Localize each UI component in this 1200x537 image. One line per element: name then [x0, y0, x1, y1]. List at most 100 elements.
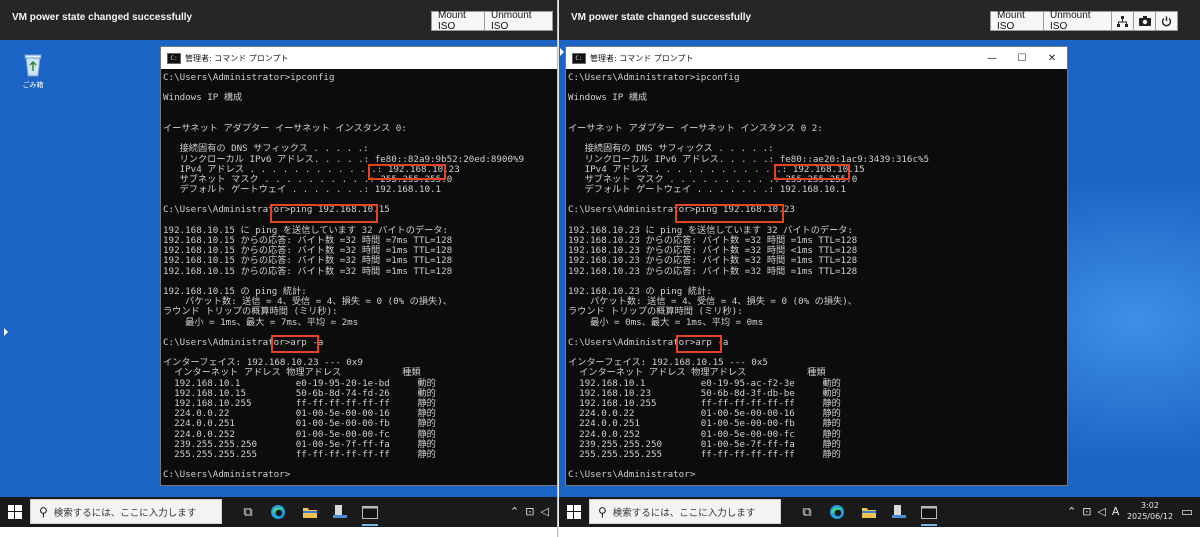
file-explorer-icon[interactable] — [300, 502, 320, 522]
vm-toolbar-buttons: Mount ISO Unmount ISO — [990, 10, 1178, 32]
console-line: Windows IP 構成 — [568, 92, 648, 104]
screenshot-button[interactable] — [1134, 11, 1156, 31]
minimize-button[interactable]: — — [977, 47, 1007, 69]
console-line: 192.168.10.23 からの応答: バイト数 =32 時間 =1ms TT… — [568, 265, 858, 277]
console-line: C:\Users\Administrator>ipconfig — [568, 72, 740, 83]
cmd-app-icon: C: — [167, 53, 181, 64]
vm-status-message: VM power state changed successfully — [12, 12, 193, 23]
power-icon — [1161, 16, 1172, 26]
server-manager-icon[interactable] — [889, 502, 909, 522]
console-line: 255.255.255.255 ff-ff-ff-ff-ff-ff 静的 — [163, 448, 436, 460]
recycle-bin-icon — [24, 54, 42, 77]
cmd-app-icon: C: — [572, 53, 586, 64]
console-line: イーサネット アダプター イーサネット インスタンス 0: — [163, 122, 407, 134]
console-line: C:\Users\Administrator>ipconfig — [163, 72, 335, 83]
console-line: 255.255.255.255 ff-ff-ff-ff-ff-ff 静的 — [568, 448, 841, 460]
maximize-button[interactable]: ☐ — [1007, 47, 1037, 69]
mount-iso-button[interactable]: Mount ISO — [431, 10, 485, 32]
system-tray-left: ⌃ ⊡ ◁ — [510, 505, 549, 518]
network-settings-button[interactable] — [1112, 11, 1134, 31]
clock-date: 2025/06/12 — [1126, 512, 1174, 521]
taskbar-clock[interactable]: 3:02 2025/06/12 — [1125, 500, 1175, 522]
task-view-icon[interactable]: ⧉ — [797, 502, 817, 522]
task-view-icon[interactable]: ⧉ — [238, 502, 258, 522]
chevron-up-icon[interactable]: ⌃ — [1067, 505, 1076, 518]
vm-console-left: VM power state changed successfully Moun… — [0, 0, 558, 537]
recycle-bin[interactable]: ごみ箱 — [16, 52, 50, 90]
command-prompt-taskbar-icon[interactable] — [919, 502, 939, 526]
console-line: C:\Users\Administrator> — [568, 469, 696, 481]
network-icon[interactable]: ⊡ — [1082, 505, 1091, 518]
console-line: ラウンド トリップの概算時間 (ミリ秒): — [163, 306, 338, 318]
console-line: 最小 = 1ms、最大 = 7ms、平均 = 2ms — [163, 316, 359, 328]
system-tray-right: ⌃ ⊡ ◁ A — [1067, 505, 1119, 518]
bottom-strip-right — [559, 527, 1200, 537]
vm-status-message: VM power state changed successfully — [571, 12, 752, 23]
clock-time: 3:02 — [1141, 501, 1159, 510]
mouse-cursor-icon — [4, 328, 8, 336]
unmount-iso-button[interactable]: Unmount ISO — [1044, 10, 1112, 32]
console-line: C:\Users\Administrator>arp -a — [568, 336, 729, 348]
search-placeholder: 検索するには、ここに入力します — [53, 507, 197, 519]
console-line: Windows IP 構成 — [163, 92, 243, 104]
command-prompt-taskbar-icon[interactable] — [360, 502, 380, 526]
mount-iso-button[interactable]: Mount ISO — [990, 10, 1044, 32]
console-line: デフォルト ゲートウェイ . . . . . . .: 192.168.10.1 — [568, 184, 847, 196]
close-button[interactable]: ✕ — [1037, 47, 1067, 69]
taskbar-right: ⚲ 検索するには、ここに入力します ⧉ ⌃ ⊡ ◁ A 3:02 2025/06… — [559, 497, 1200, 527]
server-manager-icon[interactable] — [330, 502, 350, 522]
cmd-titlebar[interactable]: C: 管理者: コマンド プロンプト — [161, 47, 557, 69]
console-line: イーサネット アダプター イーサネット インスタンス 0 2: — [568, 122, 823, 134]
vm-toolbar: VM power state changed successfully Moun… — [559, 0, 1200, 40]
search-placeholder: 検索するには、ここに入力します — [612, 507, 756, 519]
vm-toolbar: VM power state changed successfully Moun… — [0, 0, 558, 40]
start-button[interactable] — [564, 502, 584, 522]
volume-icon[interactable]: ◁ — [1097, 505, 1105, 518]
taskbar-search[interactable]: ⚲ 検索するには、ここに入力します — [30, 499, 222, 524]
edge-browser-icon[interactable] — [268, 502, 288, 522]
notification-icon[interactable]: ▭ — [1177, 502, 1197, 522]
console-line: C:\Users\Administrator> — [163, 469, 291, 481]
console-line: 接続固有の DNS サフィックス . . . . .: — [568, 143, 774, 155]
console-line: 最小 = 0ms、最大 = 1ms、平均 = 0ms — [568, 316, 764, 328]
recycle-bin-label: ごみ箱 — [22, 81, 44, 89]
search-icon: ⚲ — [39, 504, 48, 519]
bottom-strip-left — [0, 527, 558, 537]
edge-browser-icon[interactable] — [827, 502, 847, 522]
network-icon[interactable]: ⊡ — [525, 505, 534, 518]
windows-logo-icon — [567, 505, 581, 519]
chevron-up-icon[interactable]: ⌃ — [510, 505, 519, 518]
camera-icon — [1138, 16, 1151, 26]
window-controls: — ☐ ✕ — [977, 47, 1067, 69]
power-button[interactable] — [1156, 11, 1178, 31]
taskbar-left: ⚲ 検索するには、ここに入力します ⧉ ⌃ ⊡ ◁ — [0, 497, 558, 527]
console-line: ラウンド トリップの概算時間 (ミリ秒): — [568, 306, 743, 318]
vm-toolbar-buttons: Mount ISO Unmount ISO — [431, 10, 553, 32]
cmd-window-left[interactable]: C: 管理者: コマンド プロンプト C:\Users\Administrato… — [160, 46, 558, 486]
search-icon: ⚲ — [598, 504, 607, 519]
vm-console-right: VM power state changed successfully Moun… — [559, 0, 1200, 537]
volume-icon[interactable]: ◁ — [540, 505, 548, 518]
unmount-iso-button[interactable]: Unmount ISO — [485, 10, 553, 32]
start-button[interactable] — [5, 502, 25, 522]
console-output-left[interactable]: C:\Users\Administrator>ipconfig Windows I… — [161, 72, 557, 485]
console-line: C:\Users\Administrator>ping 192.168.10.1… — [163, 204, 390, 216]
console-line: 接続固有の DNS サフィックス . . . . .: — [163, 143, 369, 155]
console-output-right[interactable]: C:\Users\Administrator>ipconfig Windows I… — [566, 72, 1067, 485]
taskbar-search[interactable]: ⚲ 検索するには、ここに入力します — [589, 499, 781, 524]
cmd-window-right[interactable]: C: 管理者: コマンド プロンプト — ☐ ✕ C:\Users\Admini… — [565, 46, 1068, 486]
console-line: 192.168.10.15 からの応答: バイト数 =32 時間 =1ms TT… — [163, 265, 453, 277]
cmd-window-title: 管理者: コマンド プロンプト — [185, 54, 289, 63]
network-tree-icon — [1117, 15, 1128, 27]
console-line: デフォルト ゲートウェイ . . . . . . .: 192.168.10.1 — [163, 184, 442, 196]
ime-indicator[interactable]: A — [1112, 505, 1120, 518]
console-line: C:\Users\Administrator>ping 192.168.10.2… — [568, 204, 795, 216]
console-line: C:\Users\Administrator>arp -a — [163, 336, 324, 348]
mouse-cursor-icon — [560, 48, 564, 56]
cmd-titlebar[interactable]: C: 管理者: コマンド プロンプト — ☐ ✕ — [566, 47, 1067, 69]
cmd-window-title: 管理者: コマンド プロンプト — [590, 54, 694, 63]
file-explorer-icon[interactable] — [859, 502, 879, 522]
windows-logo-icon — [8, 505, 22, 519]
